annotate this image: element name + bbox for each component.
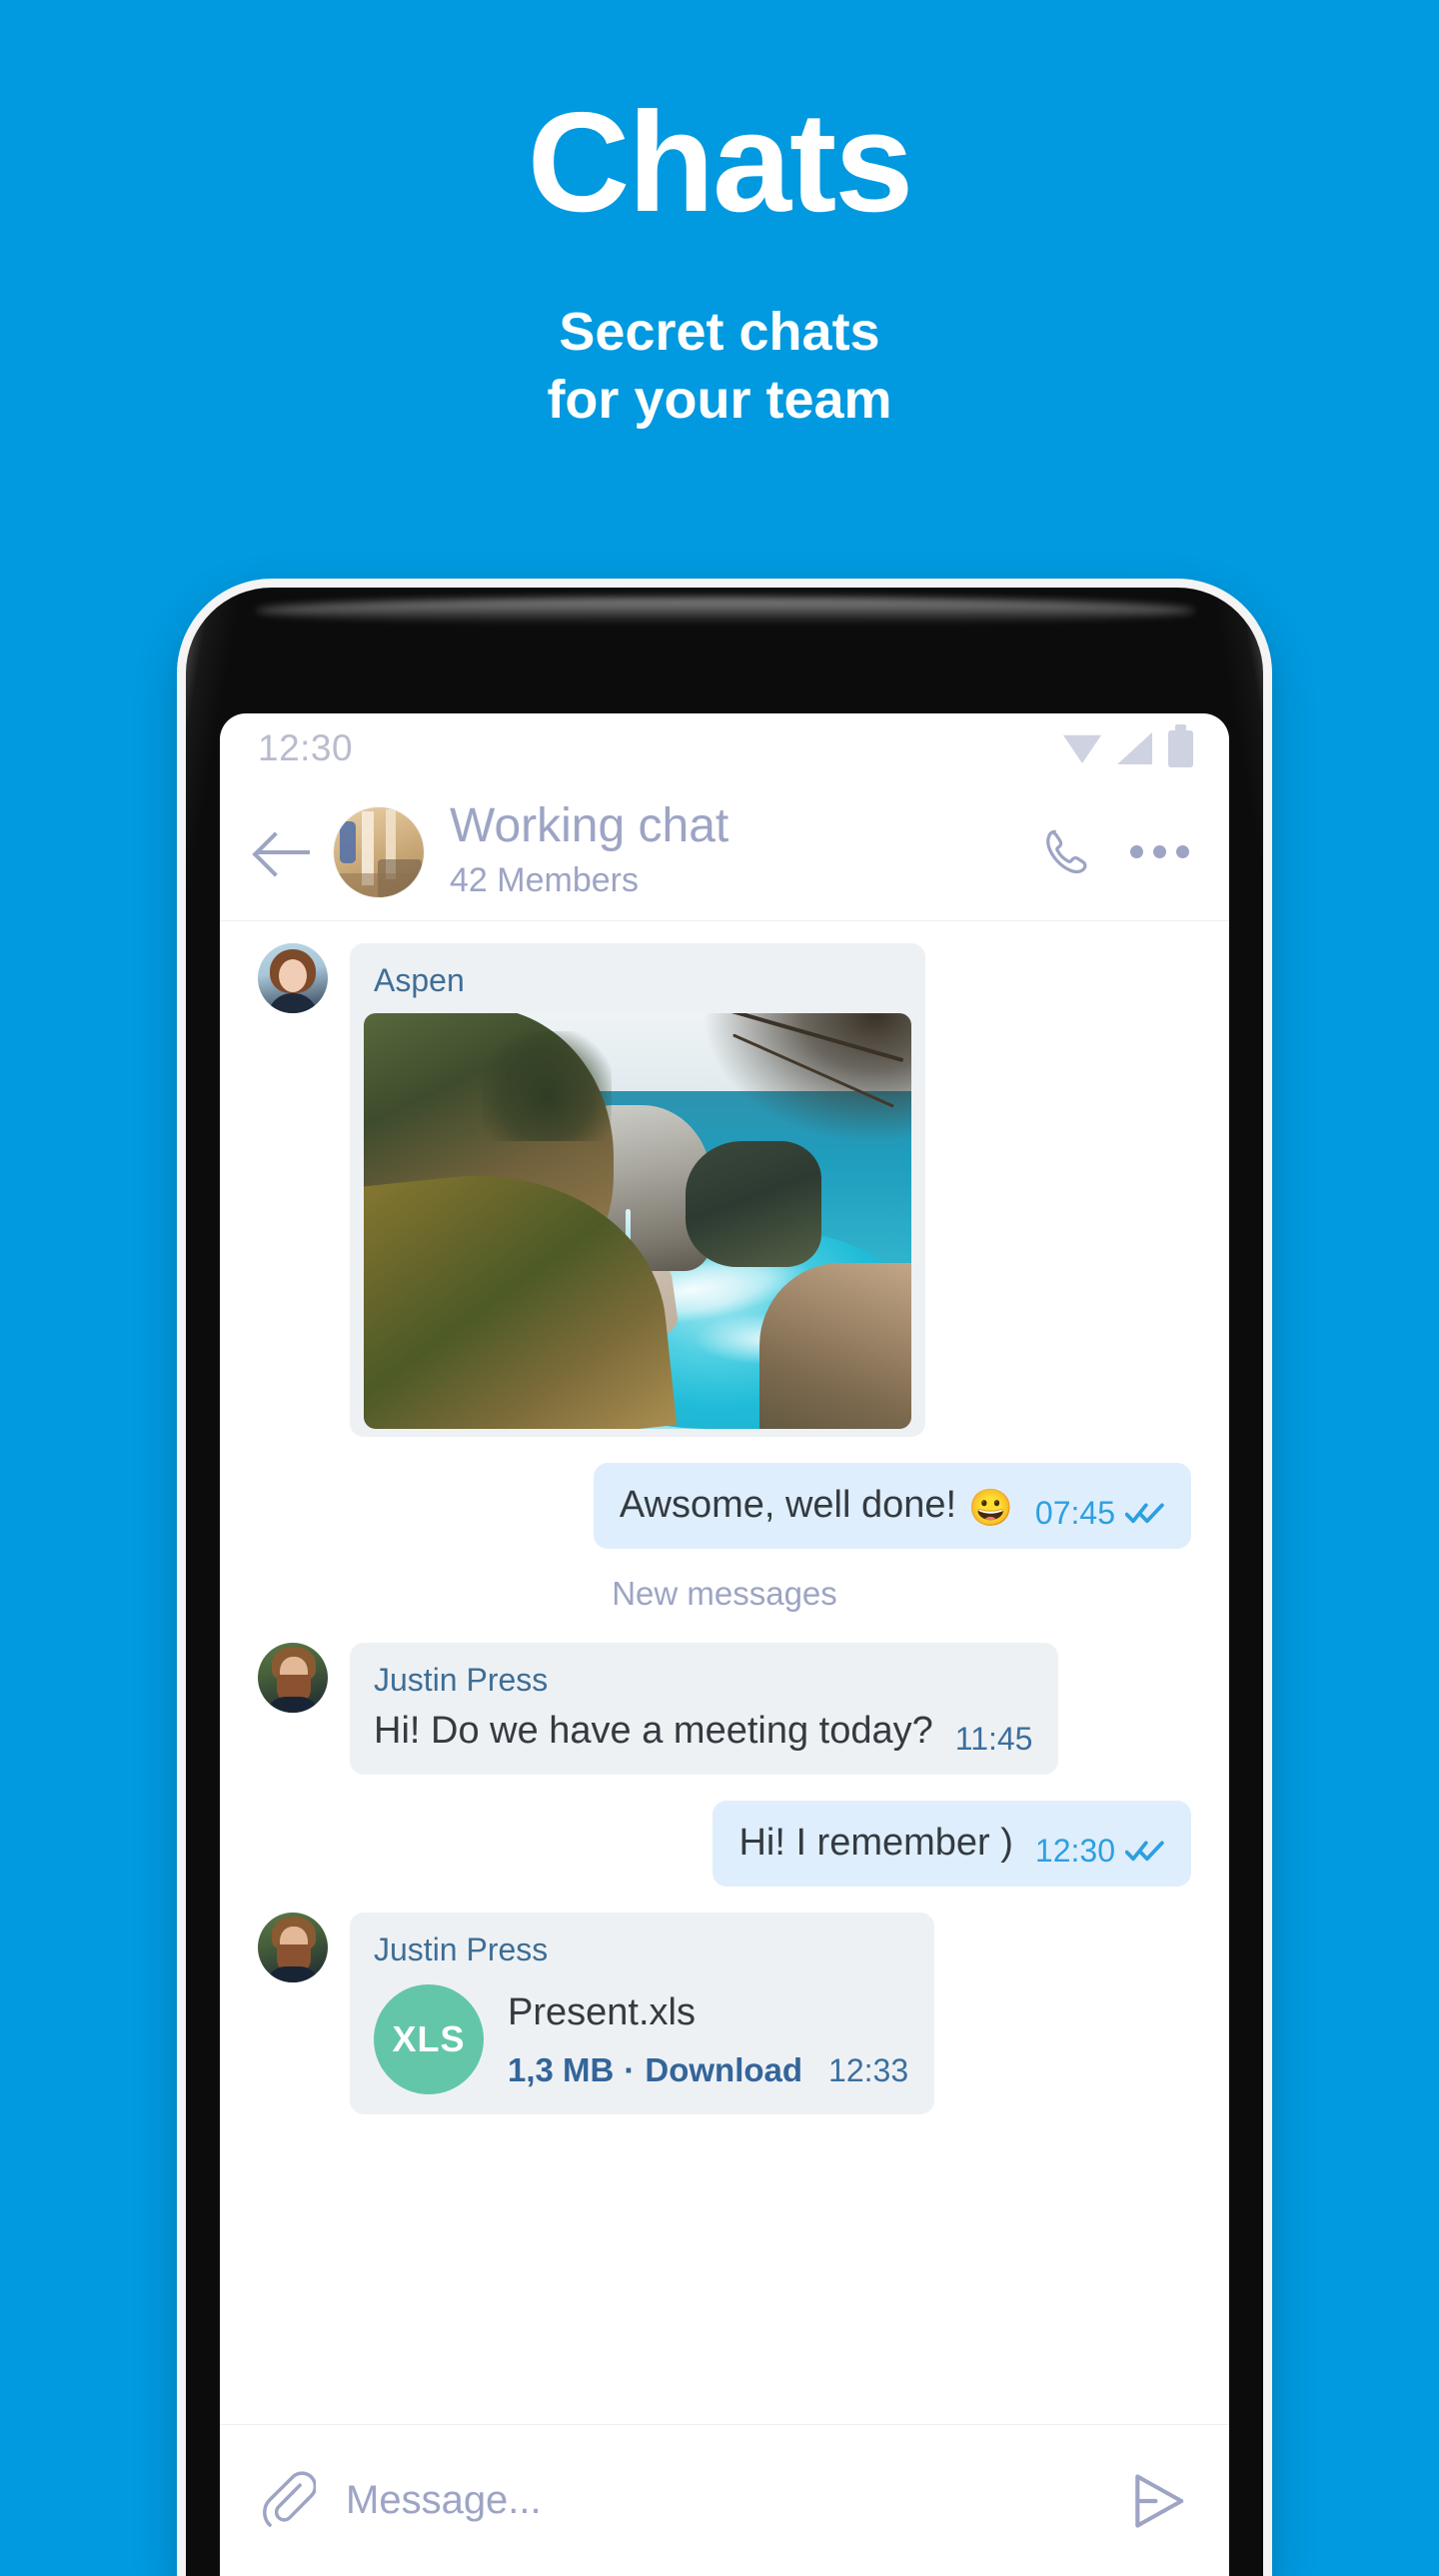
message-text: Hi! Do we have a meeting today? xyxy=(374,1710,933,1753)
page-title: Chats xyxy=(527,83,914,242)
paperclip-icon[interactable] xyxy=(260,2470,316,2532)
phone-screen: 12:30 Working chat 42 Members Aspen Awso… xyxy=(220,713,1229,2576)
message-row-incoming: Justin Press Hi! Do we have a meeting to… xyxy=(258,1642,1191,1775)
message-row-file: Justin Press XLS Present.xls 1,3 MB · Do… xyxy=(258,1912,1191,2114)
message-time: 07:45 xyxy=(1034,1494,1115,1531)
avatar[interactable] xyxy=(258,943,328,1013)
phone-device: 12:30 Working chat 42 Members Aspen Awso… xyxy=(186,588,1263,2576)
message-input[interactable] xyxy=(344,2477,1127,2524)
file-size: 1,3 MB xyxy=(508,2050,615,2088)
message-meta: 07:45 xyxy=(1035,1497,1165,1529)
message-meta: 11:45 xyxy=(955,1723,1033,1755)
smiley-icon: 😀 xyxy=(968,1486,1013,1528)
file-name: Present.xls xyxy=(508,1991,696,2033)
signal-icon xyxy=(1117,732,1152,764)
message-bubble[interactable]: Awsome, well done! 😀 07:45 xyxy=(593,1463,1191,1549)
message-time: 12:30 xyxy=(1034,1832,1115,1869)
message-bubble[interactable]: Aspen xyxy=(350,943,925,1438)
message-text: Awsome, well done! xyxy=(619,1484,957,1527)
message-bubble[interactable]: Hi! I remember ) 12:30 xyxy=(713,1800,1191,1887)
chat-members-count: 42 Members xyxy=(450,860,639,899)
message-sender: Aspen xyxy=(374,962,465,998)
read-receipt-icon xyxy=(1125,1841,1164,1861)
message-input-bar xyxy=(220,2424,1229,2576)
phone-call-icon[interactable] xyxy=(1040,826,1092,878)
more-options-icon[interactable] xyxy=(1128,839,1191,864)
chat-header-actions xyxy=(1040,826,1191,878)
promo-header: Chats Secret chats for your team xyxy=(0,0,1439,434)
status-time: 12:30 xyxy=(258,727,354,768)
file-separator: · xyxy=(624,2050,636,2088)
message-list: Aspen Awsome, well done! 😀 07:45 New mes… xyxy=(220,921,1229,2114)
file-attachment[interactable]: XLS Present.xls 1,3 MB · Download 12:33 xyxy=(350,1968,934,2094)
promo-subtitle-line-2: for your team xyxy=(547,370,892,431)
file-meta: 1,3 MB · Download 12:33 xyxy=(508,2050,909,2088)
read-receipt-icon xyxy=(1125,1503,1164,1524)
wifi-icon xyxy=(1063,734,1101,763)
phone-top-gloss xyxy=(256,598,1195,624)
message-bubble[interactable]: Justin Press Hi! Do we have a meeting to… xyxy=(350,1642,1059,1775)
chat-title: Working chat xyxy=(450,798,729,852)
message-row-outgoing: Awsome, well done! 😀 07:45 xyxy=(258,1463,1191,1549)
message-time: 11:45 xyxy=(954,1720,1033,1757)
message-row-outgoing: Hi! I remember ) 12:30 xyxy=(258,1800,1191,1887)
xls-file-icon: XLS xyxy=(374,1983,484,2094)
chat-header-text[interactable]: Working chat 42 Members xyxy=(450,798,1030,902)
status-bar: 12:30 xyxy=(220,713,1229,783)
promo-screenshot: Chats Secret chats for your team 12:30 W… xyxy=(0,0,1439,2576)
avatar[interactable] xyxy=(258,1642,328,1713)
send-icon[interactable] xyxy=(1127,2470,1189,2532)
download-link[interactable]: Download xyxy=(645,2051,802,2088)
message-row-photo: Aspen xyxy=(258,943,1191,1438)
avatar[interactable] xyxy=(258,1912,328,1982)
message-photo[interactable] xyxy=(364,1013,911,1430)
promo-subtitle-line-1: Secret chats xyxy=(559,302,880,362)
file-info: Present.xls 1,3 MB · Download 12:33 xyxy=(508,1990,908,2088)
message-bubble[interactable]: Justin Press XLS Present.xls 1,3 MB · Do… xyxy=(350,1912,935,2114)
promo-subtitle: Secret chats for your team xyxy=(0,298,1439,434)
message-sender: Justin Press xyxy=(374,1661,549,1698)
status-icons xyxy=(1063,723,1193,767)
message-time: 12:33 xyxy=(828,2051,909,2088)
chat-header: Working chat 42 Members xyxy=(220,783,1229,921)
message-meta: 12:30 xyxy=(1035,1835,1165,1867)
back-button[interactable] xyxy=(258,829,312,875)
message-sender: Justin Press xyxy=(374,1931,549,1967)
chat-avatar[interactable] xyxy=(334,806,424,897)
new-messages-divider: New messages xyxy=(612,1574,837,1612)
message-text: Hi! I remember ) xyxy=(738,1821,1013,1864)
battery-icon xyxy=(1168,723,1193,767)
